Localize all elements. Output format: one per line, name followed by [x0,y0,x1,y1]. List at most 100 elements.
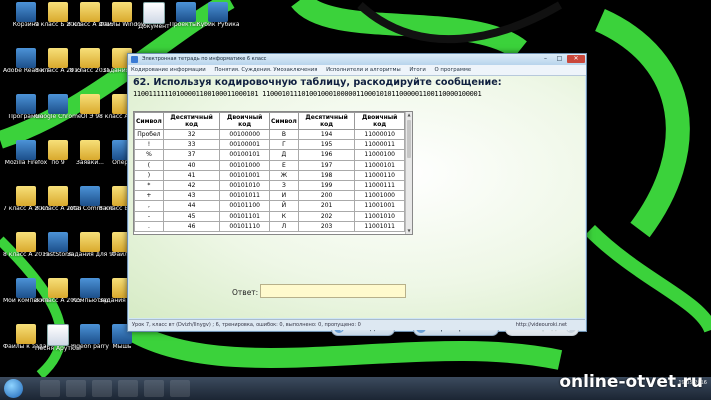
table-cell: Д [268,149,299,161]
menu-item-concepts[interactable]: Понятия. Суждения. Умозаключения [214,67,317,73]
table-cell: ( [134,159,164,171]
table-row: * 42 00101010 З 199 11000111 [134,180,405,192]
menu-item-algorithms[interactable]: Исполнители и алгоритмы [326,67,401,73]
table-cell: 194 [297,128,356,141]
table-cell: Ж [268,169,299,182]
folder-icon [80,94,100,114]
table-cell: Й [268,200,299,212]
table-cell: 200 [297,190,356,202]
table-cell: 00101101 [219,210,270,222]
answer-input[interactable] [260,284,406,298]
maximize-button[interactable]: □ [553,55,566,63]
app-window: Электронная тетрадь по информатике 6 кла… [127,53,587,336]
scroll-up-icon[interactable]: ▲ [406,112,412,118]
application-icon [16,94,36,114]
table-cell: 199 [297,180,356,192]
scroll-down-icon[interactable]: ▼ [406,228,412,234]
table-cell: 196 [297,149,356,161]
application-icon [80,186,100,206]
column-header: Символ [134,112,164,130]
menu-bar: Кодирование информации Понятия. Суждения… [128,65,586,76]
table-row: ) 41 00101001 Ж 198 11000110 [134,169,405,182]
answer-label: Ответ: [232,288,259,297]
menu-item-results[interactable]: Итоги [409,67,426,73]
encoded-message: 11001111110100001100100011000101 1100010… [133,90,482,98]
application-icon [16,278,36,298]
folder-icon [112,2,132,22]
table-cell: 201 [297,200,356,212]
table-cell: 00100101 [219,149,270,161]
table-cell: 11000111 [354,180,405,192]
table-cell: И [268,190,299,202]
scroll-thumb[interactable] [407,120,411,158]
application-icon [48,94,68,114]
close-button[interactable]: ✕ [567,55,585,63]
table-scrollbar[interactable]: ▲ ▼ [405,112,412,234]
menu-item-about[interactable]: О программе [435,67,472,73]
folder-icon [80,2,100,22]
application-icon [176,2,196,22]
app-icon [131,56,138,63]
table-cell: 11001011 [354,220,405,233]
table-cell: % [134,149,164,161]
folder-icon [48,48,68,68]
table-cell: . [134,220,164,233]
table-cell: 203 [297,220,356,233]
table-cell: 00100001 [219,139,270,151]
application-icon [48,232,68,252]
table-cell: 198 [297,169,356,182]
application-icon [80,324,100,344]
table-cell: ) [134,169,164,182]
table-cell: Е [268,159,299,171]
document-icon [143,2,165,24]
menu-item-encoding[interactable]: Кодирование информации [131,67,206,73]
table-row: ! 33 00100001 Г 195 11000011 [134,139,405,151]
table-cell: 00101011 [219,190,270,202]
table-cell: 42 [162,180,221,192]
taskbar-app-icon[interactable] [170,380,190,397]
table-cell: 00101001 [219,169,270,182]
taskbar-folder-icon[interactable] [66,380,86,397]
title-bar[interactable]: Электронная тетрадь по информатике 6 кла… [128,54,586,65]
folder-icon [48,186,68,206]
status-text: Урок 7, класс вт (Dvizh/Ilnygv) ; 6, тре… [132,322,361,328]
folder-icon [48,140,68,160]
column-header: Символ [268,112,299,130]
table-cell: 11000011 [354,139,405,151]
table-cell: - [134,210,164,222]
taskbar-app-icon[interactable] [144,380,164,397]
taskbar-chrome-icon[interactable] [118,380,138,397]
desktop-icon[interactable]: Кубик Рубика [195,2,241,42]
application-icon [16,140,36,160]
table-cell: , [134,200,164,212]
table-cell: Пробел [134,128,164,141]
taskbar-ie-icon[interactable] [40,380,60,397]
column-header: Десятичный код [297,112,356,130]
table-cell: 195 [297,139,356,151]
taskbar-media-icon[interactable] [92,380,112,397]
table-cell: 00101010 [219,180,270,192]
status-url[interactable]: http://videouroki.net [516,320,567,330]
folder-icon [80,232,100,252]
table-cell: 41 [162,169,221,182]
folder-icon [80,48,100,68]
table-cell: 11000101 [354,159,405,171]
table-cell: 11000110 [354,169,405,182]
table-cell: 00100000 [219,128,270,141]
table-cell: 43 [162,190,221,202]
status-bar: Урок 7, класс вт (Dvizh/Ilnygv) ; 6, тре… [129,319,585,330]
table-row: -45 00101101 К 202 11001010 [134,210,405,222]
table-cell: + [134,190,164,202]
desktop-icon-label: Мышь [112,344,132,350]
document-icon [47,324,69,346]
table-cell: 37 [162,149,221,161]
start-button[interactable] [4,379,23,398]
table-cell: 11000010 [354,128,405,141]
table-cell: ! [134,139,164,151]
folder-icon [48,278,68,298]
table-cell: 40 [162,159,221,171]
column-header: Двоичный код [354,112,405,130]
minimize-button[interactable]: – [539,55,552,63]
table-cell: 46 [162,220,221,233]
window-title: Электронная тетрадь по информатике 6 кла… [142,56,267,62]
